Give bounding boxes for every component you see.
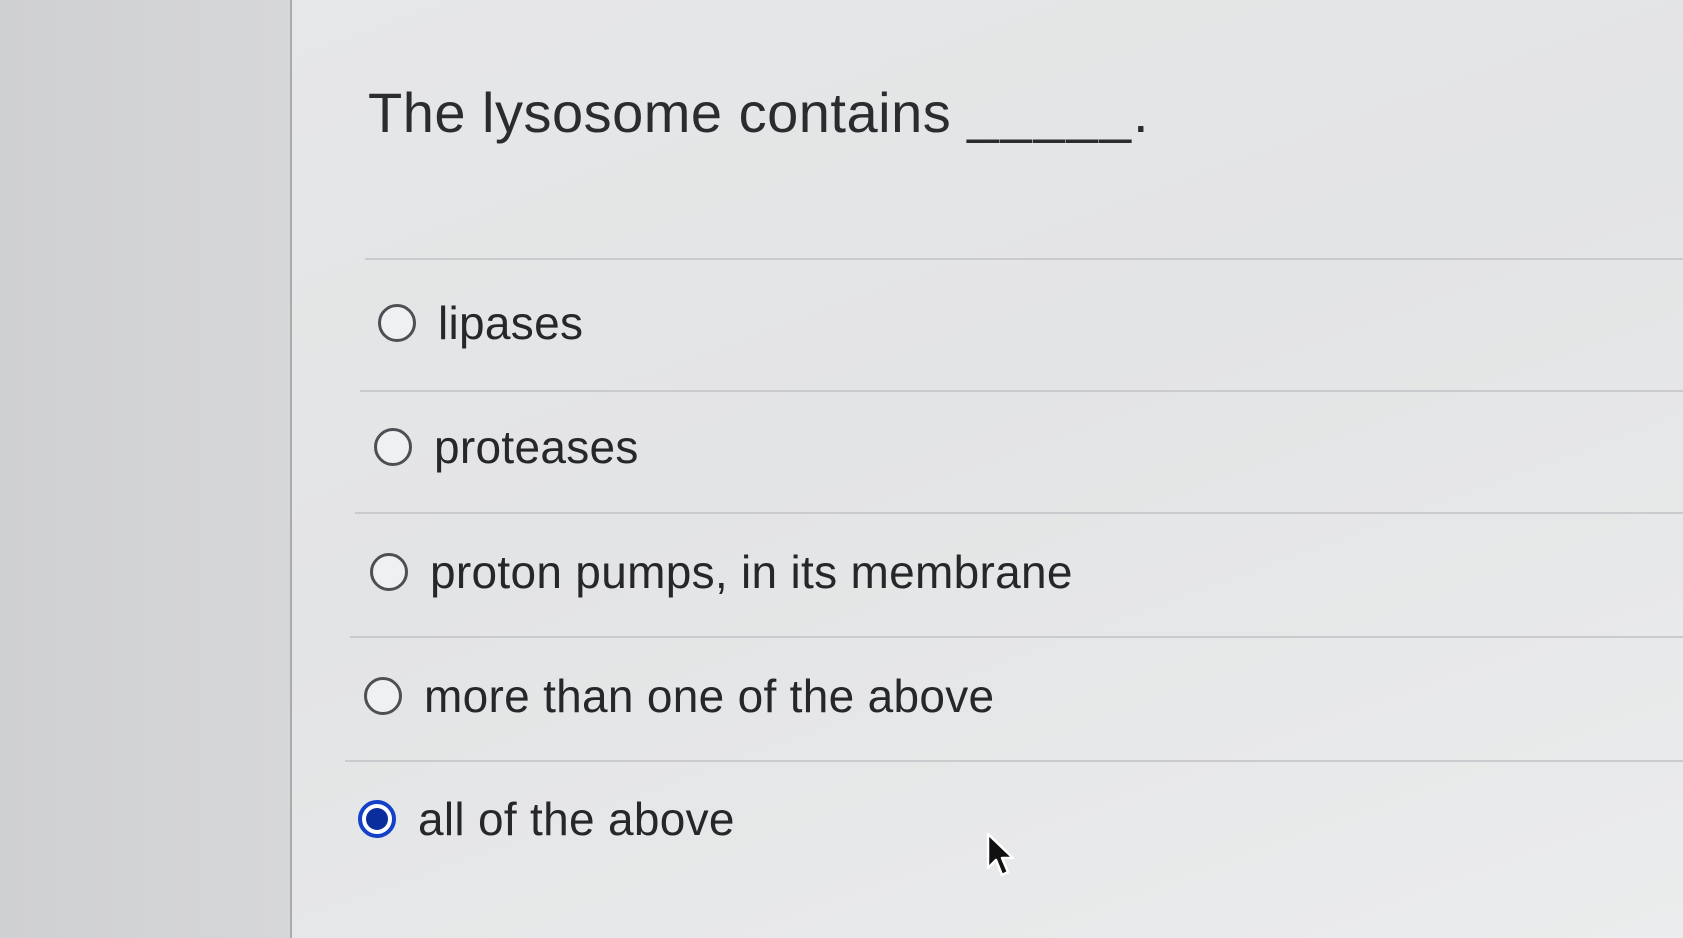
left-gutter [0, 0, 290, 938]
radio-lipases[interactable] [378, 304, 416, 342]
option-divider [350, 636, 1683, 638]
option-proteases[interactable]: proteases [374, 420, 639, 474]
question-blank: _____. [967, 81, 1151, 144]
radio-proton-pumps[interactable] [370, 553, 408, 591]
option-divider [365, 258, 1683, 260]
radio-more-than-one[interactable] [364, 677, 402, 715]
option-label: more than one of the above [424, 670, 995, 722]
question-text: The lysosome contains [368, 81, 952, 144]
option-divider [345, 760, 1683, 762]
option-label: lipases [438, 297, 584, 349]
option-label: all of the above [418, 793, 735, 845]
option-proton-pumps[interactable]: proton pumps, in its membrane [370, 545, 1073, 599]
option-lipases[interactable]: lipases [378, 296, 583, 350]
option-divider [360, 390, 1683, 392]
mouse-pointer-icon [986, 832, 1015, 877]
option-more-than-one[interactable]: more than one of the above [364, 669, 994, 723]
option-label: proton pumps, in its membrane [430, 546, 1073, 598]
option-all-of-the-above[interactable]: all of the above [358, 792, 735, 846]
question-prompt: The lysosome contains _____. [368, 80, 1151, 145]
radio-proteases[interactable] [374, 428, 412, 466]
option-divider [355, 512, 1683, 514]
radio-all-of-the-above[interactable] [358, 800, 396, 838]
option-label: proteases [434, 421, 639, 473]
